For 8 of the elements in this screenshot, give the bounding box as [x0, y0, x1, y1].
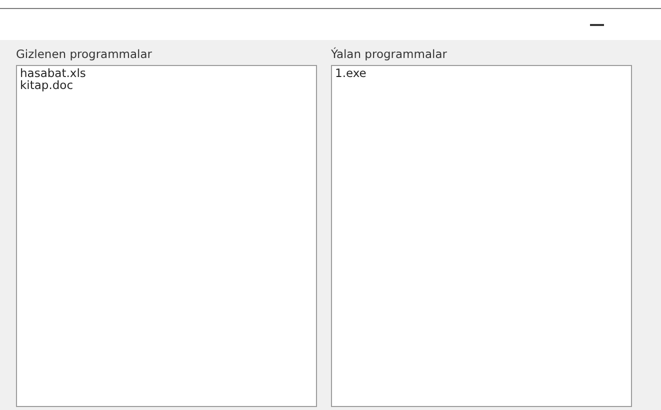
list-label: Ýalan programmalar [331, 47, 448, 61]
list-item[interactable]: 1.exe [335, 67, 366, 79]
file-list[interactable]: hasabat.xls kitap.doc [16, 65, 317, 407]
list-item[interactable]: kitap.doc [20, 79, 74, 91]
minimize-icon[interactable] [590, 24, 604, 26]
list-label: Gizlenen programmalar [16, 47, 154, 61]
file-list[interactable]: 1.exe [331, 65, 632, 407]
list-item[interactable]: hasabat.xls [20, 67, 86, 79]
